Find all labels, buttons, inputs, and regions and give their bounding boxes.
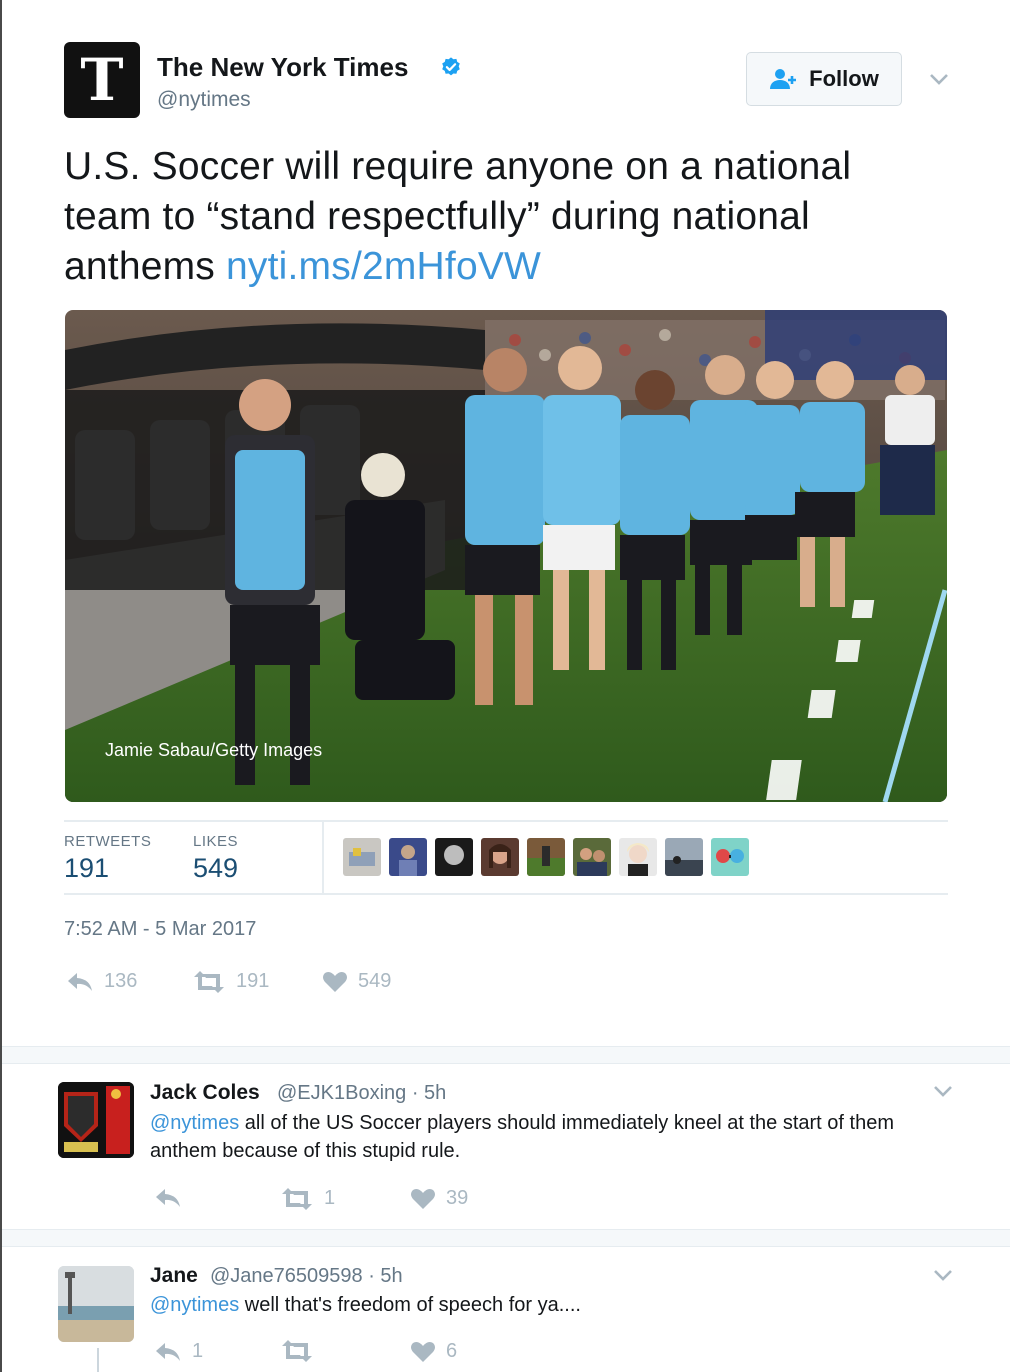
liker-avatar-image <box>489 844 511 868</box>
liker-avatar-image <box>665 856 703 876</box>
liker-avatar[interactable] <box>435 838 473 876</box>
liker-avatar-image <box>716 849 744 863</box>
retweet-icon <box>194 970 224 993</box>
photo-credit: Jamie Sabau/Getty Images <box>105 740 323 760</box>
reply-like-count: 39 <box>446 1187 469 1209</box>
author-avatar[interactable]: T <box>64 42 140 118</box>
author-name[interactable]: The New York Times <box>157 52 408 83</box>
reply-time: · 5h <box>411 1082 447 1104</box>
like-action[interactable]: 549 <box>322 970 391 993</box>
liker-avatar-image <box>444 845 464 865</box>
reply-icon <box>68 972 92 991</box>
follow-label: Follow <box>809 66 879 91</box>
like-count: 549 <box>358 970 392 992</box>
follow-button[interactable]: Follow <box>746 52 902 106</box>
liker-avatar[interactable] <box>343 838 381 876</box>
reply-author-avatar[interactable] <box>58 1082 134 1158</box>
thread-separator <box>2 1229 1010 1247</box>
heart-icon <box>323 971 347 992</box>
liker-avatar-image <box>527 846 565 876</box>
reply-author-avatar[interactable] <box>58 1266 134 1342</box>
nyt-logo-glyph: T <box>80 46 124 114</box>
tweet-timestamp[interactable]: 7:52 AM - 5 Mar 2017 <box>64 918 256 941</box>
retweets-label[interactable]: RETWEETS <box>64 833 151 850</box>
reply-retweet-action[interactable] <box>280 1340 324 1362</box>
reply-body: well that's freedom of speech for ya.... <box>239 1294 581 1316</box>
liker-avatar[interactable] <box>573 838 611 876</box>
heart-icon <box>411 1341 435 1362</box>
tweet-photo[interactable] <box>65 310 947 802</box>
photo-scene-illustration <box>65 310 947 802</box>
reply-mention[interactable]: @nytimes <box>150 1294 239 1316</box>
reply-text: @nytimes all of the US Soccer players sh… <box>150 1109 940 1165</box>
likes-count[interactable]: 549 <box>193 853 238 884</box>
liker-avatar[interactable] <box>527 838 565 876</box>
liker-avatar-image <box>577 848 607 876</box>
window-edge <box>0 0 2 1372</box>
reply-icon <box>156 1342 180 1361</box>
reply-icon <box>156 1189 180 1207</box>
heart-icon <box>411 1188 435 1209</box>
reply-count: 136 <box>104 970 138 992</box>
tweet-menu-chevron-down-icon[interactable] <box>929 72 949 86</box>
tweet-link[interactable]: nyti.ms/2mHfoVW <box>226 245 541 288</box>
liker-avatar[interactable] <box>619 838 657 876</box>
reply-author-handle[interactable]: @Jane76509598 · 5h <box>210 1265 403 1288</box>
liker-avatar[interactable] <box>665 838 703 876</box>
reply-reply-count: 1 <box>192 1340 204 1362</box>
liker-avatar[interactable] <box>711 838 749 876</box>
liker-avatar-image <box>399 845 417 876</box>
retweet-count: 191 <box>236 970 270 992</box>
liker-avatar[interactable] <box>481 838 519 876</box>
reply-retweet-count: 1 <box>324 1187 336 1209</box>
reply-author-name[interactable]: Jane <box>150 1264 198 1288</box>
reply-like-action[interactable]: 39 <box>410 1187 468 1210</box>
liker-avatar[interactable] <box>389 838 427 876</box>
thread-connector <box>97 1348 99 1372</box>
retweets-count[interactable]: 191 <box>64 853 109 884</box>
reply-time: · 5h <box>368 1265 403 1287</box>
retweet-icon <box>282 1187 312 1210</box>
reply-text: @nytimes well that's freedom of speech f… <box>150 1291 940 1319</box>
reply-author-handle[interactable]: @EJK1Boxing · 5h <box>277 1082 446 1105</box>
reply-handle: @Jane76509598 <box>210 1265 363 1287</box>
reply-avatar-image <box>58 1266 134 1342</box>
reply-menu-chevron-down-icon[interactable] <box>933 1268 953 1282</box>
reply-retweet-action[interactable]: 1 <box>280 1187 335 1210</box>
reply-reply-action[interactable]: 1 <box>154 1340 203 1363</box>
liker-avatar-image <box>627 843 649 876</box>
author-handle[interactable]: @nytimes <box>157 88 251 112</box>
reply-like-action[interactable]: 6 <box>410 1340 457 1363</box>
tweet-text: U.S. Soccer will require anyone on a nat… <box>64 142 944 292</box>
reply-avatar-image <box>58 1082 134 1158</box>
reply-action[interactable]: 136 <box>66 970 137 993</box>
retweet-action[interactable]: 191 <box>192 970 269 993</box>
stats-bottom-divider <box>64 893 948 895</box>
reply-mention[interactable]: @nytimes <box>150 1112 239 1134</box>
reply-like-count: 6 <box>446 1340 458 1362</box>
liker-avatar-image <box>349 848 375 866</box>
verified-badge-icon <box>442 57 460 76</box>
stats-top-divider <box>64 820 948 822</box>
thread-separator <box>2 1046 1010 1064</box>
follow-person-icon <box>770 69 797 89</box>
reply-menu-chevron-down-icon[interactable] <box>933 1084 953 1098</box>
reply-reply-action[interactable] <box>154 1187 192 1209</box>
stats-separator <box>322 822 324 894</box>
reply-author-name[interactable]: Jack Coles <box>150 1081 260 1105</box>
likes-label[interactable]: LIKES <box>193 833 238 850</box>
reply-handle: @EJK1Boxing <box>277 1082 407 1104</box>
retweet-icon <box>282 1340 312 1362</box>
reply-body: all of the US Soccer players should imme… <box>150 1112 894 1162</box>
